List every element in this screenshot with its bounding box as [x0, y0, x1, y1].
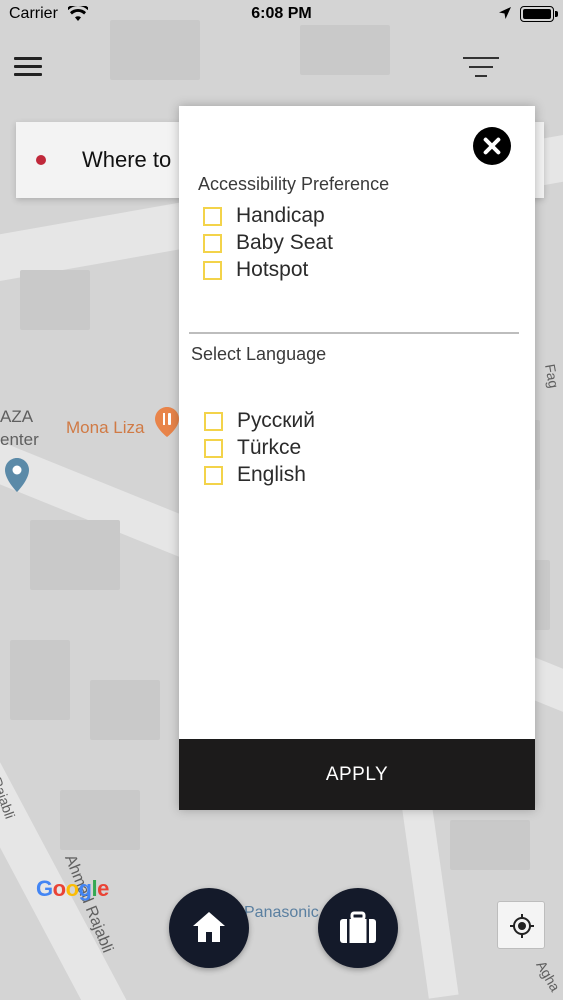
filter-modal: Accessibility Preference Handicap Baby S…	[179, 106, 535, 810]
checkbox[interactable]	[204, 411, 223, 431]
option-label: Handicap	[236, 204, 325, 227]
poi-label-panasonic: Panasonic	[244, 904, 319, 921]
my-location-icon	[509, 913, 535, 944]
google-letter: G	[36, 876, 53, 901]
home-icon	[191, 910, 227, 949]
status-bar: Carrier 6:08 PM	[0, 0, 563, 30]
restaurant-pin-icon[interactable]	[155, 407, 179, 437]
checkbox[interactable]	[204, 465, 223, 485]
option-english[interactable]: English	[204, 463, 306, 487]
checkbox[interactable]	[204, 438, 223, 458]
hamburger-menu-icon[interactable]	[14, 57, 42, 79]
map-pin-icon[interactable]	[5, 458, 29, 492]
option-baby-seat[interactable]: Baby Seat	[203, 231, 333, 255]
street-label-right-bottom: Agha	[533, 957, 563, 995]
option-hotspot[interactable]: Hotspot	[203, 258, 308, 282]
accessibility-section-title: Accessibility Preference	[198, 174, 390, 194]
home-button[interactable]	[169, 888, 249, 968]
language-section-title: Select Language	[191, 344, 327, 364]
location-arrow-icon	[498, 6, 512, 25]
option-label: English	[237, 463, 306, 486]
option-russian[interactable]: Русский	[204, 409, 315, 433]
checkbox[interactable]	[203, 260, 222, 280]
google-letter: o	[65, 876, 79, 901]
google-logo: Google	[36, 876, 109, 902]
my-location-button[interactable]	[497, 901, 545, 949]
apply-button[interactable]: APPLY	[179, 739, 535, 810]
option-handicap[interactable]: Handicap	[203, 204, 325, 228]
status-time: 6:08 PM	[251, 5, 312, 22]
option-label: Русский	[237, 409, 315, 432]
destination-field[interactable]: Where to	[82, 147, 171, 173]
map-label-partial-bottom: enter	[0, 430, 39, 449]
origin-dot-icon	[36, 155, 46, 165]
option-label: Baby Seat	[236, 231, 333, 254]
street-label-right-top: Fag	[542, 362, 563, 390]
section-divider	[189, 332, 519, 334]
close-icon[interactable]	[473, 127, 511, 165]
filter-icon[interactable]	[462, 57, 500, 81]
poi-label-mona-liza[interactable]: Mona Liza	[66, 418, 144, 438]
checkbox[interactable]	[203, 206, 222, 226]
checkbox[interactable]	[203, 233, 222, 253]
trips-button[interactable]	[318, 888, 398, 968]
google-letter: o	[52, 876, 66, 901]
battery-icon	[520, 6, 558, 22]
google-letter: g	[78, 876, 92, 901]
option-label: Hotspot	[236, 258, 309, 281]
google-letter: e	[97, 876, 109, 901]
map-label-partial-top: AZA	[0, 407, 34, 426]
option-label: Türkce	[237, 436, 302, 459]
option-turkish[interactable]: Türkce	[204, 436, 301, 460]
briefcase-icon	[339, 911, 377, 950]
